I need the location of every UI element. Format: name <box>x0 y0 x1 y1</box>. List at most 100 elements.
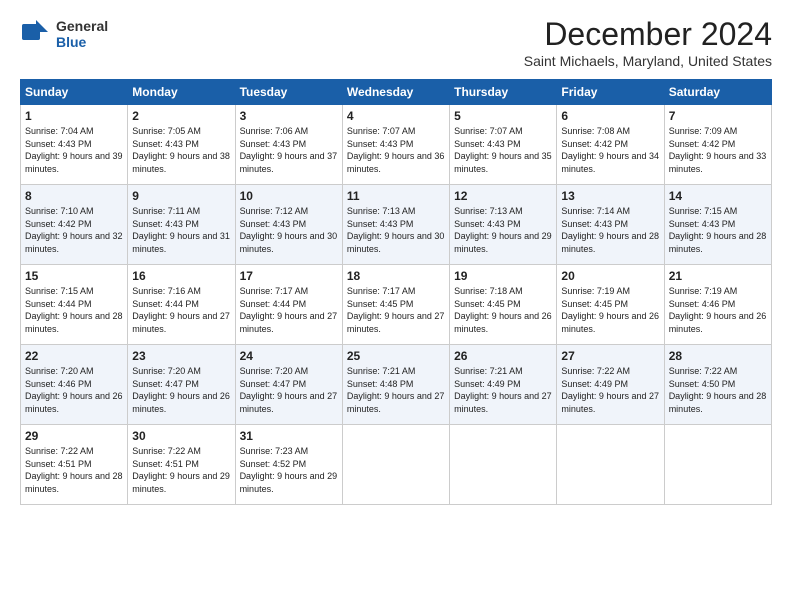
logo-icon <box>20 16 52 53</box>
day-number: 16 <box>132 269 230 283</box>
page: General Blue December 2024 Saint Michael… <box>0 0 792 515</box>
day-info: Sunrise: 7:20 AMSunset: 4:47 PMDaylight:… <box>132 366 230 414</box>
day-number: 5 <box>454 109 552 123</box>
calendar-cell: 19 Sunrise: 7:18 AMSunset: 4:45 PMDayligh… <box>450 265 557 345</box>
day-number: 3 <box>240 109 338 123</box>
day-info: Sunrise: 7:09 AMSunset: 4:42 PMDaylight:… <box>669 126 767 174</box>
calendar-cell: 14 Sunrise: 7:15 AMSunset: 4:43 PMDayligh… <box>664 185 771 265</box>
day-number: 25 <box>347 349 445 363</box>
day-number: 21 <box>669 269 767 283</box>
weekday-header-friday: Friday <box>557 80 664 105</box>
calendar-cell: 6 Sunrise: 7:08 AMSunset: 4:42 PMDaylight… <box>557 105 664 185</box>
day-info: Sunrise: 7:21 AMSunset: 4:48 PMDaylight:… <box>347 366 445 414</box>
day-info: Sunrise: 7:13 AMSunset: 4:43 PMDaylight:… <box>347 206 445 254</box>
calendar-cell: 17Sunrise: 7:17 AMSunset: 4:44 PMDayligh… <box>235 265 342 345</box>
logo-general: General <box>56 19 108 34</box>
weekday-header-saturday: Saturday <box>664 80 771 105</box>
header: General Blue December 2024 Saint Michael… <box>20 16 772 69</box>
day-number: 24 <box>240 349 338 363</box>
calendar-cell: 18Sunrise: 7:17 AMSunset: 4:45 PMDayligh… <box>342 265 449 345</box>
calendar-cell <box>557 425 664 505</box>
day-info: Sunrise: 7:15 AMSunset: 4:44 PMDaylight:… <box>25 286 123 334</box>
day-number: 27 <box>561 349 659 363</box>
calendar-cell: 5 Sunrise: 7:07 AMSunset: 4:43 PMDaylight… <box>450 105 557 185</box>
weekday-header-wednesday: Wednesday <box>342 80 449 105</box>
calendar-cell: 20 Sunrise: 7:19 AMSunset: 4:45 PMDayligh… <box>557 265 664 345</box>
day-info: Sunrise: 7:19 AMSunset: 4:45 PMDaylight:… <box>561 286 659 334</box>
day-number: 22 <box>25 349 123 363</box>
day-info: Sunrise: 7:22 AMSunset: 4:50 PMDaylight:… <box>669 366 767 414</box>
day-info: Sunrise: 7:04 AMSunset: 4:43 PMDaylight:… <box>25 126 123 174</box>
calendar-cell: 23 Sunrise: 7:20 AMSunset: 4:47 PMDayligh… <box>128 345 235 425</box>
day-number: 6 <box>561 109 659 123</box>
week-row-3: 15 Sunrise: 7:15 AMSunset: 4:44 PMDayligh… <box>21 265 772 345</box>
week-row-2: 8 Sunrise: 7:10 AMSunset: 4:42 PMDaylight… <box>21 185 772 265</box>
calendar-cell: 27 Sunrise: 7:22 AMSunset: 4:49 PMDayligh… <box>557 345 664 425</box>
week-row-1: 1 Sunrise: 7:04 AMSunset: 4:43 PMDaylight… <box>21 105 772 185</box>
calendar-cell: 25 Sunrise: 7:21 AMSunset: 4:48 PMDayligh… <box>342 345 449 425</box>
day-info: Sunrise: 7:05 AMSunset: 4:43 PMDaylight:… <box>132 126 230 174</box>
day-number: 30 <box>132 429 230 443</box>
calendar-cell: 11 Sunrise: 7:13 AMSunset: 4:43 PMDayligh… <box>342 185 449 265</box>
day-info: Sunrise: 7:07 AMSunset: 4:43 PMDaylight:… <box>347 126 445 174</box>
day-info: Sunrise: 7:14 AMSunset: 4:43 PMDaylight:… <box>561 206 659 254</box>
weekday-header-thursday: Thursday <box>450 80 557 105</box>
day-number: 26 <box>454 349 552 363</box>
calendar-cell: 22 Sunrise: 7:20 AMSunset: 4:46 PMDayligh… <box>21 345 128 425</box>
calendar-cell: 29Sunrise: 7:22 AMSunset: 4:51 PMDayligh… <box>21 425 128 505</box>
day-number: 20 <box>561 269 659 283</box>
logo: General Blue <box>20 16 108 53</box>
day-number: 12 <box>454 189 552 203</box>
day-info: Sunrise: 7:22 AMSunset: 4:49 PMDaylight:… <box>561 366 659 414</box>
day-number: 31 <box>240 429 338 443</box>
day-number: 23 <box>132 349 230 363</box>
calendar-cell: 2 Sunrise: 7:05 AMSunset: 4:43 PMDaylight… <box>128 105 235 185</box>
day-number: 8 <box>25 189 123 203</box>
day-number: 7 <box>669 109 767 123</box>
day-number: 28 <box>669 349 767 363</box>
day-info: Sunrise: 7:21 AMSunset: 4:49 PMDaylight:… <box>454 366 552 414</box>
main-title: December 2024 <box>524 16 772 53</box>
day-number: 19 <box>454 269 552 283</box>
day-number: 17 <box>240 269 338 283</box>
day-info: Sunrise: 7:06 AMSunset: 4:43 PMDaylight:… <box>240 126 338 174</box>
day-info: Sunrise: 7:23 AMSunset: 4:52 PMDaylight:… <box>240 446 338 494</box>
calendar-cell: 13 Sunrise: 7:14 AMSunset: 4:43 PMDayligh… <box>557 185 664 265</box>
weekday-header-tuesday: Tuesday <box>235 80 342 105</box>
calendar-cell: 21Sunrise: 7:19 AMSunset: 4:46 PMDayligh… <box>664 265 771 345</box>
calendar-cell: 28 Sunrise: 7:22 AMSunset: 4:50 PMDayligh… <box>664 345 771 425</box>
day-number: 13 <box>561 189 659 203</box>
calendar-cell: 4 Sunrise: 7:07 AMSunset: 4:43 PMDaylight… <box>342 105 449 185</box>
day-number: 2 <box>132 109 230 123</box>
day-info: Sunrise: 7:17 AMSunset: 4:45 PMDaylight:… <box>347 286 445 334</box>
day-info: Sunrise: 7:07 AMSunset: 4:43 PMDaylight:… <box>454 126 552 174</box>
day-number: 15 <box>25 269 123 283</box>
day-info: Sunrise: 7:16 AMSunset: 4:44 PMDaylight:… <box>132 286 230 334</box>
day-number: 1 <box>25 109 123 123</box>
subtitle: Saint Michaels, Maryland, United States <box>524 53 772 69</box>
day-info: Sunrise: 7:10 AMSunset: 4:42 PMDaylight:… <box>25 206 123 254</box>
title-block: December 2024 Saint Michaels, Maryland, … <box>524 16 772 69</box>
day-info: Sunrise: 7:11 AMSunset: 4:43 PMDaylight:… <box>132 206 230 254</box>
calendar-cell: 15 Sunrise: 7:15 AMSunset: 4:44 PMDayligh… <box>21 265 128 345</box>
day-info: Sunrise: 7:20 AMSunset: 4:46 PMDaylight:… <box>25 366 123 414</box>
day-number: 4 <box>347 109 445 123</box>
day-info: Sunrise: 7:12 AMSunset: 4:43 PMDaylight:… <box>240 206 338 254</box>
calendar-table: SundayMondayTuesdayWednesdayThursdayFrid… <box>20 79 772 505</box>
calendar-cell: 16 Sunrise: 7:16 AMSunset: 4:44 PMDayligh… <box>128 265 235 345</box>
day-info: Sunrise: 7:15 AMSunset: 4:43 PMDaylight:… <box>669 206 767 254</box>
day-info: Sunrise: 7:13 AMSunset: 4:43 PMDaylight:… <box>454 206 552 254</box>
calendar-cell: 24 Sunrise: 7:20 AMSunset: 4:47 PMDayligh… <box>235 345 342 425</box>
weekday-header-sunday: Sunday <box>21 80 128 105</box>
calendar-cell: 3 Sunrise: 7:06 AMSunset: 4:43 PMDaylight… <box>235 105 342 185</box>
day-info: Sunrise: 7:22 AMSunset: 4:51 PMDaylight:… <box>132 446 230 494</box>
day-info: Sunrise: 7:08 AMSunset: 4:42 PMDaylight:… <box>561 126 659 174</box>
day-info: Sunrise: 7:20 AMSunset: 4:47 PMDaylight:… <box>240 366 338 414</box>
day-number: 10 <box>240 189 338 203</box>
day-number: 11 <box>347 189 445 203</box>
calendar-cell: 1 Sunrise: 7:04 AMSunset: 4:43 PMDaylight… <box>21 105 128 185</box>
day-number: 14 <box>669 189 767 203</box>
day-info: Sunrise: 7:18 AMSunset: 4:45 PMDaylight:… <box>454 286 552 334</box>
calendar-cell <box>450 425 557 505</box>
calendar-cell: 7 Sunrise: 7:09 AMSunset: 4:42 PMDaylight… <box>664 105 771 185</box>
